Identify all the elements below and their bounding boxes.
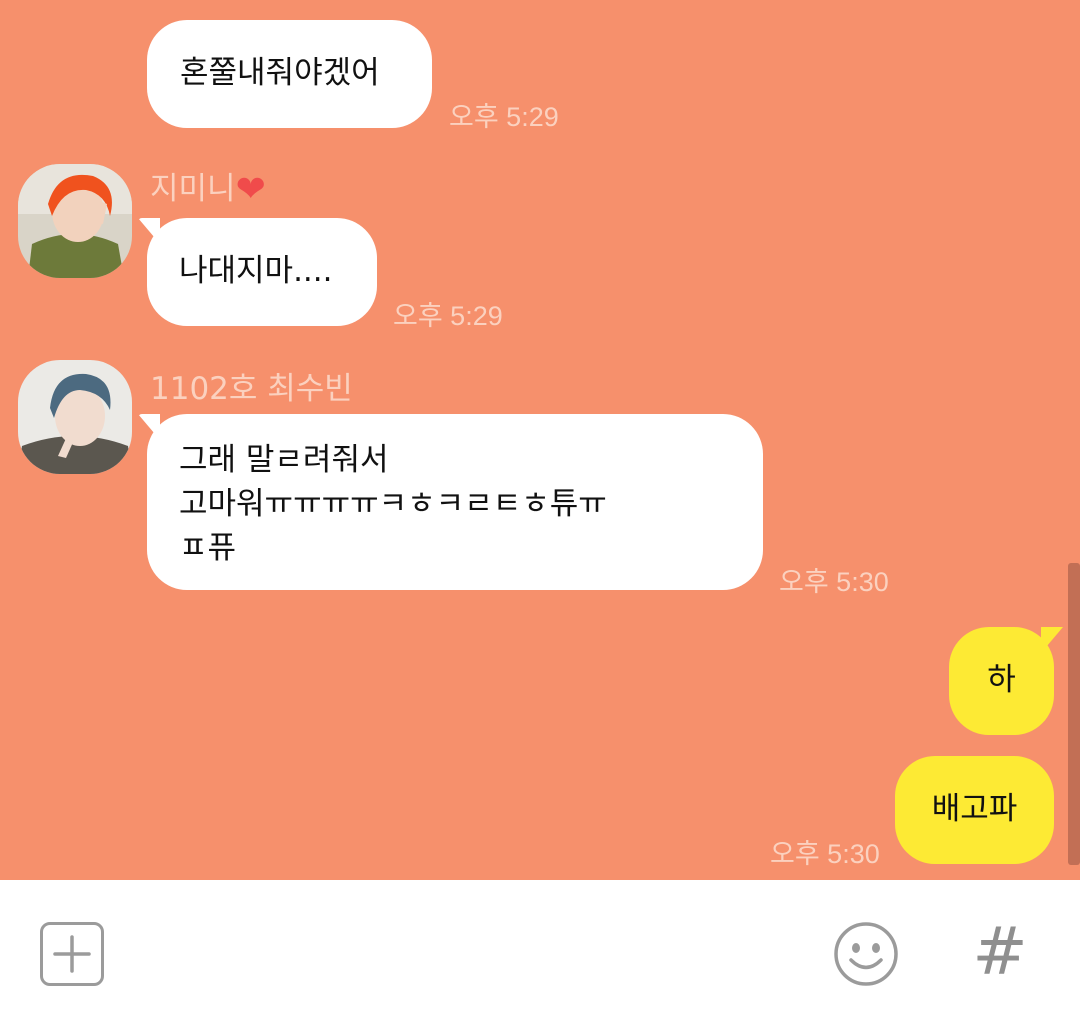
bubble-tail	[1041, 627, 1063, 653]
avatar[interactable]	[18, 360, 132, 474]
hash-icon[interactable]: #	[972, 916, 1028, 988]
bubble-tail	[138, 414, 160, 440]
avatar-image	[18, 360, 132, 474]
message-bubble[interactable]: 혼쭐내줘야겠어	[147, 20, 432, 128]
scrollbar[interactable]	[1068, 563, 1080, 865]
avatar-image	[18, 164, 132, 278]
sender-name: 지미니❤	[150, 163, 266, 210]
my-message-bubble[interactable]: 하	[949, 627, 1063, 735]
smiley-glyph	[834, 922, 898, 986]
smiley-icon[interactable]	[833, 921, 899, 987]
sender-name-text: 지미니	[150, 171, 236, 207]
message-text: 나대지마....	[179, 253, 333, 289]
heart-icon: ❤	[235, 169, 266, 210]
plus-glyph	[53, 935, 91, 973]
sender-name: 1102호 최수빈	[150, 371, 353, 407]
message-bubble[interactable]: 그래 말ㄹ려줘서 고마워ㅠㅠㅠㅠㅋㅎㅋㄹㅌㅎ튜ㅠ ㅍ퓨	[138, 414, 763, 590]
message-text: 하	[987, 662, 1016, 698]
message-text: 혼쭐내줘야겠어	[180, 55, 380, 91]
message-time: 오후 5:29	[449, 102, 559, 132]
avatar[interactable]	[18, 164, 132, 278]
message-text-line: 그래 말ㄹ려줘서	[179, 442, 389, 478]
message-text-line: ㅍ퓨	[179, 530, 237, 566]
input-bar: #	[0, 880, 1080, 1025]
chat-area[interactable]: 혼쭐내줘야겠어 오후 5:29 지미니❤ 나대지마.... 오후 5:29 11…	[0, 0, 1080, 880]
my-message-bubble[interactable]: 배고파	[895, 756, 1054, 864]
message-text-line: 고마워ㅠㅠㅠㅠㅋㅎㅋㄹㅌㅎ튜ㅠ	[179, 486, 607, 522]
message-time: 오후 5:30	[779, 567, 889, 597]
plus-square-icon[interactable]	[40, 922, 104, 986]
message-time: 오후 5:29	[393, 301, 503, 331]
message-bubble[interactable]: 나대지마....	[138, 218, 377, 326]
bubble-tail	[138, 218, 160, 244]
message-text: 배고파	[931, 791, 1018, 827]
message-time: 오후 5:30	[770, 839, 880, 869]
